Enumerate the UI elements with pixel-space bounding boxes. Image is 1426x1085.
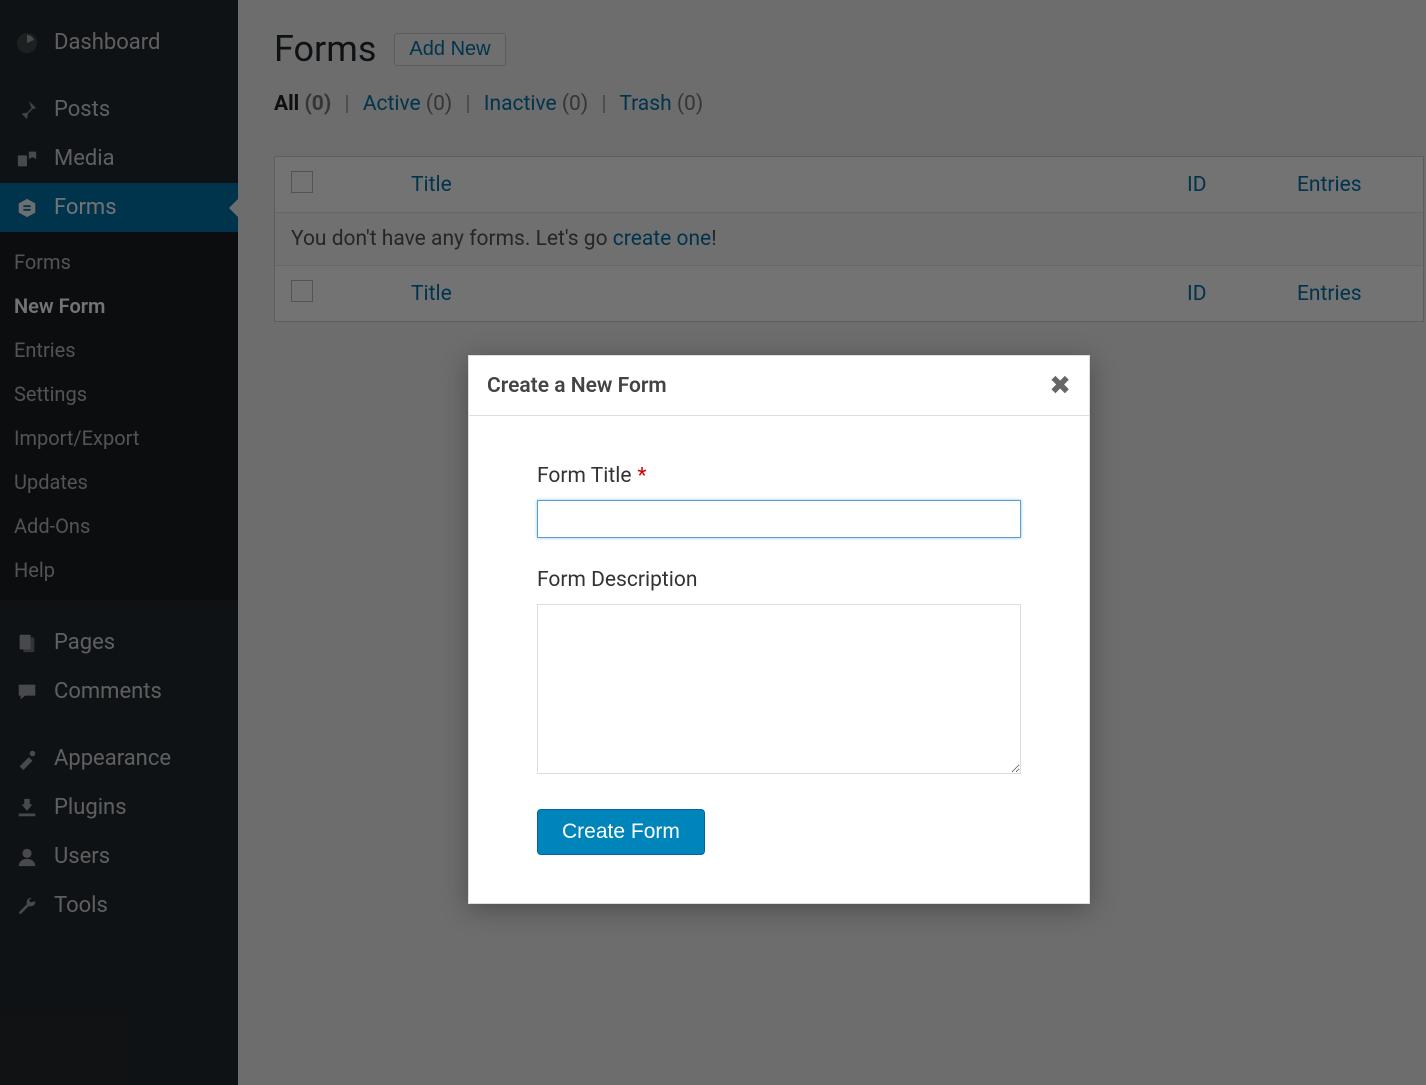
modal-close-button[interactable]: ✖ (1049, 370, 1071, 401)
create-form-modal: Create a New Form ✖ Form Title* Form Des… (468, 355, 1090, 904)
modal-body: Form Title* Form Description Create Form (469, 416, 1089, 903)
modal-title: Create a New Form (487, 374, 667, 398)
form-title-input[interactable] (537, 500, 1021, 538)
form-title-label: Form Title* (537, 464, 1021, 488)
required-mark: * (637, 464, 646, 488)
form-description-label: Form Description (537, 568, 1021, 592)
create-form-button[interactable]: Create Form (537, 809, 705, 855)
close-icon: ✖ (1049, 370, 1071, 400)
form-description-textarea[interactable] (537, 604, 1021, 774)
modal-header: Create a New Form ✖ (469, 356, 1089, 416)
